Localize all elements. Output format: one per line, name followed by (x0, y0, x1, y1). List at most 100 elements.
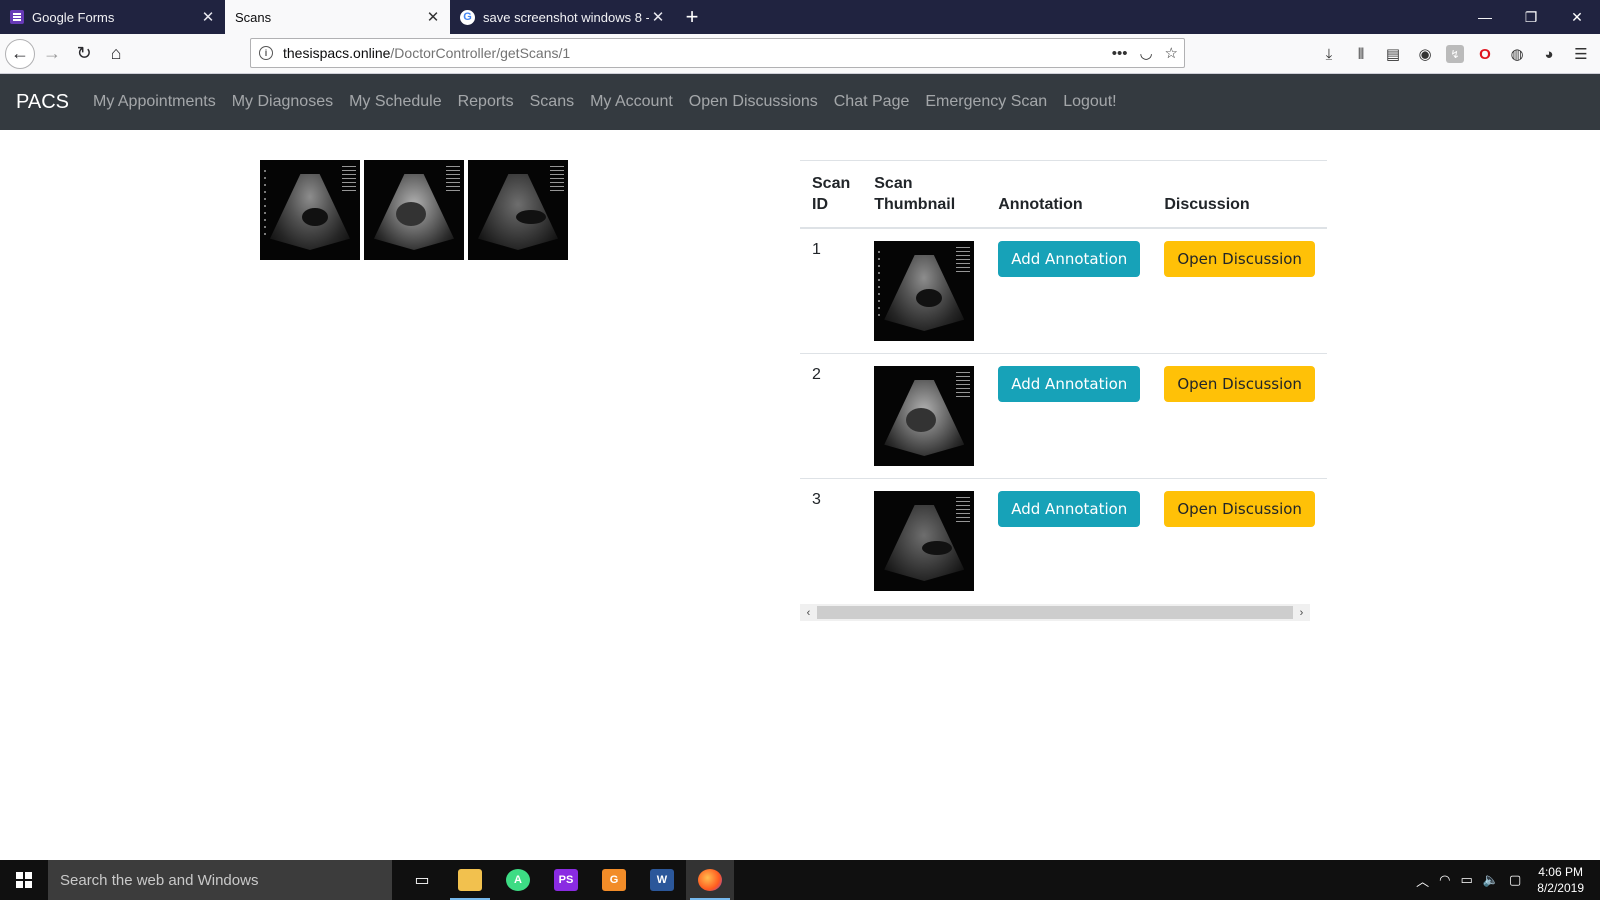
chevron-up-icon[interactable]: ︿ (1416, 871, 1429, 890)
taskbar-word[interactable]: W (638, 860, 686, 900)
table-row: 3 Add Annotation Open Discussion (800, 478, 1327, 604)
windows-taskbar: Search the web and Windows ▭ A PS G W ︿ … (0, 860, 1600, 900)
arrow-right-icon: → (43, 43, 61, 63)
nav-link-reports[interactable]: Reports (450, 93, 522, 111)
nav-link-chat[interactable]: Chat Page (826, 93, 918, 111)
library-icon[interactable]: ⫴ (1350, 43, 1372, 65)
open-discussion-button[interactable]: Open Discussion (1164, 491, 1315, 527)
start-button[interactable] (0, 860, 48, 900)
google-forms-icon (10, 10, 24, 24)
nav-link-scans[interactable]: Scans (522, 93, 582, 111)
tab-scans[interactable]: Scans ✕ (225, 0, 450, 34)
new-tab-button[interactable]: + (675, 0, 709, 34)
horizontal-scrollbar[interactable]: ‹ › (800, 604, 1310, 621)
account-icon[interactable]: ◉ (1414, 43, 1436, 65)
task-view-icon: ▭ (414, 872, 430, 889)
windows-logo-icon (16, 872, 32, 888)
pocket-icon[interactable]: ◡ (1139, 44, 1152, 62)
navigation-toolbar: ← → ↻ ⌂ i thesispacs.online/DoctorContro… (0, 34, 1600, 74)
scan-thumbnail[interactable] (874, 241, 975, 341)
scan-image[interactable] (260, 160, 360, 260)
nav-link-diagnoses[interactable]: My Diagnoses (224, 93, 341, 111)
extension-puzzle-icon[interactable]: ◕ (1538, 43, 1560, 65)
g-app-icon: G (602, 869, 626, 891)
scan-id-cell: 1 (800, 227, 863, 354)
wifi-icon[interactable]: ◠ (1439, 872, 1450, 888)
taskbar-search[interactable]: Search the web and Windows (48, 860, 392, 900)
taskbar-file-explorer[interactable] (446, 860, 494, 900)
table-header-row: Scan ID Scan Thumbnail Annotation Discus… (800, 160, 1327, 229)
extension-globe-icon[interactable]: ◍ (1506, 43, 1528, 65)
window-controls: — ❐ ✕ (1462, 0, 1600, 34)
google-icon: G (460, 9, 475, 25)
arrow-left-icon: ← (11, 43, 29, 63)
phpstorm-icon: PS (554, 869, 578, 891)
page-actions-icon[interactable]: ••• (1112, 45, 1128, 62)
nav-link-emergency-scan[interactable]: Emergency Scan (917, 93, 1055, 111)
taskbar-android-studio[interactable]: A (494, 860, 542, 900)
brand-link[interactable]: PACS (16, 91, 69, 114)
scroll-right-icon[interactable]: › (1293, 604, 1310, 621)
nav-link-schedule[interactable]: My Schedule (341, 93, 450, 111)
menu-icon[interactable]: ☰ (1570, 43, 1592, 65)
system-tray: ︿ ◠ ▭ 🔈 ▢ 4:06 PM 8/2/2019 (1416, 860, 1600, 900)
open-discussion-button[interactable]: Open Discussion (1164, 241, 1315, 277)
task-view-button[interactable]: ▭ (398, 860, 446, 900)
table-row: 2 Add Annotation Open Discussion (800, 353, 1327, 479)
home-button[interactable]: ⌂ (101, 39, 131, 69)
taskbar-app-g[interactable]: G (590, 860, 638, 900)
close-window-button[interactable]: ✕ (1554, 0, 1600, 34)
android-studio-icon: A (506, 869, 530, 891)
nav-link-logout[interactable]: Logout! (1055, 93, 1124, 111)
close-icon[interactable]: ✕ (424, 8, 442, 26)
scan-thumbnail[interactable] (874, 491, 975, 591)
nav-link-account[interactable]: My Account (582, 93, 681, 111)
action-center-icon[interactable]: ▢ (1509, 872, 1521, 888)
add-annotation-button[interactable]: Add Annotation (998, 366, 1141, 402)
add-annotation-button[interactable]: Add Annotation (998, 491, 1141, 527)
close-icon[interactable]: ✕ (199, 8, 217, 26)
header-discussion: Discussion (1152, 160, 1327, 229)
scroll-left-icon[interactable]: ‹ (800, 604, 817, 621)
site-navbar: PACS My Appointments My Diagnoses My Sch… (0, 74, 1600, 130)
sidebar-icon[interactable]: ▤ (1382, 43, 1404, 65)
bookmark-star-icon[interactable]: ☆ (1165, 44, 1178, 62)
volume-icon[interactable]: 🔈 (1483, 872, 1499, 888)
extension-icon[interactable]: ↯ (1446, 45, 1464, 63)
battery-icon[interactable]: ▭ (1461, 872, 1473, 888)
table-row: 1 Add Annotation Open Discussion (800, 227, 1327, 354)
address-bar[interactable]: i thesispacs.online/DoctorController/get… (250, 38, 1185, 68)
forward-button[interactable]: → (37, 39, 67, 69)
minimize-button[interactable]: — (1462, 0, 1508, 34)
scrollbar-thumb[interactable] (817, 606, 1293, 619)
info-icon[interactable]: i (259, 46, 273, 60)
taskbar-firefox[interactable] (686, 860, 734, 900)
tab-title: Scans (235, 9, 272, 25)
header-scan-id: Scan ID (800, 160, 863, 229)
home-icon: ⌂ (110, 43, 122, 63)
nav-link-open-discussions[interactable]: Open Discussions (681, 93, 826, 111)
clock[interactable]: 4:06 PM 8/2/2019 (1531, 864, 1590, 896)
folder-icon (458, 869, 482, 891)
download-icon[interactable]: ⤓ (1318, 43, 1340, 65)
open-discussion-button[interactable]: Open Discussion (1164, 366, 1315, 402)
opera-icon[interactable]: O (1474, 43, 1496, 65)
nav-link-appointments[interactable]: My Appointments (85, 93, 224, 111)
clock-date: 8/2/2019 (1537, 881, 1584, 895)
restore-button[interactable]: ❐ (1508, 0, 1554, 34)
scan-id-cell: 3 (800, 478, 863, 604)
scan-thumbnail[interactable] (874, 366, 975, 466)
taskbar-phpstorm[interactable]: PS (542, 860, 590, 900)
close-icon[interactable]: ✕ (649, 8, 667, 26)
word-icon: W (650, 869, 674, 891)
tab-google-search[interactable]: G save screenshot windows 8 - Go ✕ (450, 0, 675, 34)
scan-id-cell: 2 (800, 353, 863, 479)
back-button[interactable]: ← (5, 38, 35, 69)
tab-google-forms[interactable]: Google Forms ✕ (0, 0, 225, 34)
scans-table-container: Scan ID Scan Thumbnail Annotation Discus… (800, 160, 1327, 604)
scan-image[interactable] (364, 160, 464, 260)
add-annotation-button[interactable]: Add Annotation (998, 241, 1141, 277)
url-path: /DoctorController/getScans/1 (390, 45, 571, 61)
reload-button[interactable]: ↻ (69, 39, 99, 69)
scan-image[interactable] (468, 160, 568, 260)
